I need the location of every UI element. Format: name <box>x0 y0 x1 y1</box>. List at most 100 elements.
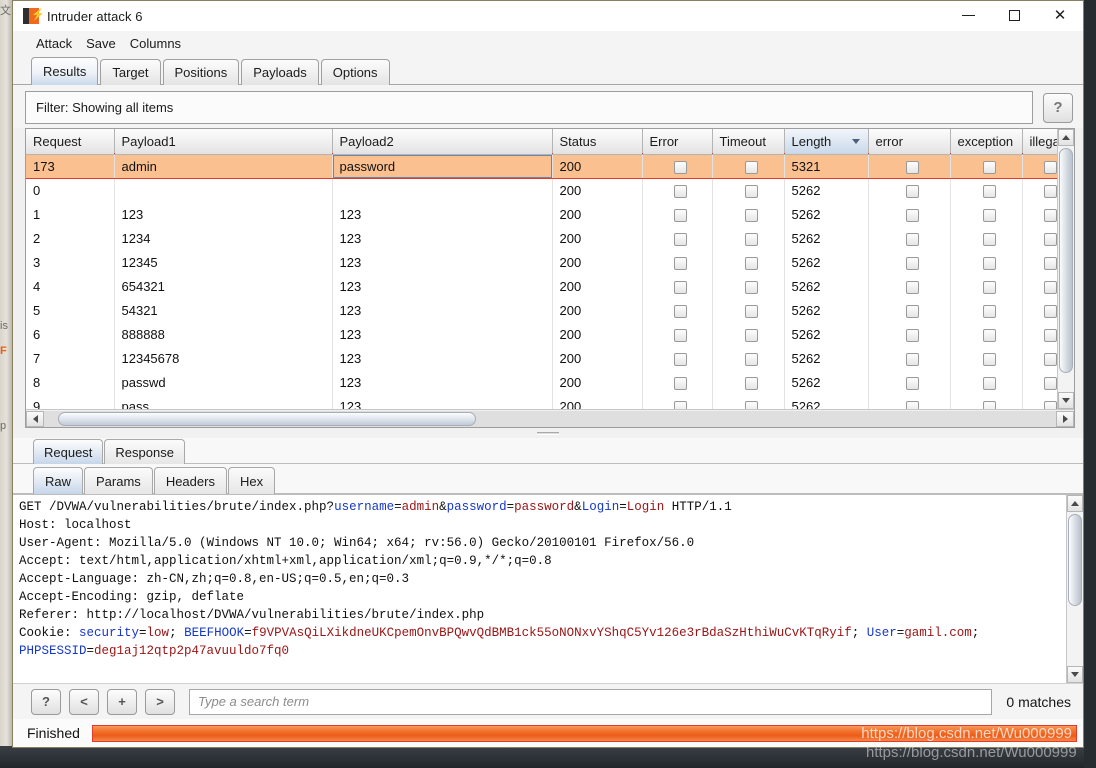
cell-length[interactable]: 5262 <box>784 250 869 274</box>
cell-payload1[interactable]: passwd <box>114 370 333 394</box>
table-row[interactable]: 173 admin password 200 5321 <box>26 153 1073 179</box>
results-horizontal-scrollbar[interactable] <box>26 409 1074 427</box>
checkbox-timeout[interactable] <box>745 304 758 318</box>
checkbox-err2[interactable] <box>906 160 919 174</box>
cell-exception[interactable] <box>950 154 1023 178</box>
checkbox-exception[interactable] <box>983 256 996 270</box>
cell-payload2[interactable]: 123 <box>332 370 553 394</box>
checkbox-exception[interactable] <box>983 376 996 390</box>
cell-timeout[interactable] <box>712 154 785 178</box>
cell-error[interactable] <box>642 298 713 322</box>
menu-item-columns[interactable]: Columns <box>123 34 188 53</box>
checkbox-err2[interactable] <box>906 280 919 294</box>
checkbox-error[interactable] <box>674 232 687 246</box>
checkbox-err2[interactable] <box>906 184 919 198</box>
cell-request[interactable]: 5 <box>26 298 115 322</box>
checkbox-timeout[interactable] <box>745 352 758 366</box>
table-row[interactable]: 6 888888 123 200 5262 <box>26 322 1073 346</box>
search-next-button[interactable]: > <box>145 688 175 715</box>
table-row[interactable]: 0 200 5262 <box>26 178 1073 202</box>
cell-payload1[interactable]: 654321 <box>114 274 333 298</box>
checkbox-err2[interactable] <box>906 352 919 366</box>
cell-length[interactable]: 5262 <box>784 370 869 394</box>
cell-exception[interactable] <box>950 370 1023 394</box>
tab-payloads[interactable]: Payloads <box>241 59 319 85</box>
horizontal-scroll-thumb[interactable] <box>58 411 476 426</box>
cell-payload1[interactable]: admin <box>114 154 333 178</box>
cell-request[interactable]: 4 <box>26 274 115 298</box>
checkbox-timeout[interactable] <box>745 208 758 222</box>
cell-error[interactable] <box>642 370 713 394</box>
column-header-exception[interactable]: exception <box>950 129 1023 155</box>
checkbox-illegal[interactable] <box>1044 184 1057 198</box>
checkbox-illegal[interactable] <box>1044 280 1057 294</box>
checkbox-exception[interactable] <box>983 160 996 174</box>
cell-request[interactable]: 173 <box>26 154 115 178</box>
cell-error[interactable] <box>642 274 713 298</box>
checkbox-error[interactable] <box>674 256 687 270</box>
tab-results[interactable]: Results <box>31 57 99 85</box>
table-row[interactable]: 7 12345678 123 200 5262 <box>26 346 1073 370</box>
cell-timeout[interactable] <box>712 274 785 298</box>
column-header-payload2[interactable]: Payload2 <box>332 129 553 155</box>
checkbox-illegal[interactable] <box>1044 304 1057 318</box>
cell-timeout[interactable] <box>712 178 785 202</box>
maximize-button[interactable] <box>991 1 1037 30</box>
cell-timeout[interactable] <box>712 250 785 274</box>
cell-timeout[interactable] <box>712 322 785 346</box>
cell-length[interactable]: 5262 <box>784 322 869 346</box>
table-row[interactable]: 8 passwd 123 200 5262 <box>26 370 1073 394</box>
cell-payload2[interactable]: 123 <box>332 202 553 226</box>
cell-status[interactable]: 200 <box>552 346 643 370</box>
checkbox-timeout[interactable] <box>745 160 758 174</box>
cell-err2[interactable] <box>868 322 951 346</box>
cell-error[interactable] <box>642 178 713 202</box>
checkbox-error[interactable] <box>674 304 687 318</box>
column-header-error[interactable]: Error <box>642 129 713 155</box>
checkbox-illegal[interactable] <box>1044 208 1057 222</box>
cell-status[interactable]: 200 <box>552 298 643 322</box>
cell-request[interactable]: 8 <box>26 370 115 394</box>
cell-exception[interactable] <box>950 226 1023 250</box>
search-add-button[interactable]: + <box>107 688 137 715</box>
cell-status[interactable]: 200 <box>552 178 643 202</box>
cell-payload1[interactable]: 123 <box>114 202 333 226</box>
cell-payload2[interactable] <box>332 178 553 202</box>
table-row[interactable]: 5 54321 123 200 5262 <box>26 298 1073 322</box>
tab-options[interactable]: Options <box>320 59 390 85</box>
minimize-button[interactable] <box>945 1 991 30</box>
scroll-up-arrow-icon[interactable] <box>1058 129 1074 146</box>
message-tab-request[interactable]: Request <box>33 439 104 464</box>
checkbox-error[interactable] <box>674 280 687 294</box>
checkbox-err2[interactable] <box>906 376 919 390</box>
cell-payload1[interactable]: 54321 <box>114 298 333 322</box>
checkbox-timeout[interactable] <box>745 280 758 294</box>
checkbox-exception[interactable] <box>983 184 996 198</box>
cell-payload1[interactable] <box>114 178 333 202</box>
checkbox-illegal[interactable] <box>1044 256 1057 270</box>
cell-length[interactable]: 5262 <box>784 178 869 202</box>
cell-error[interactable] <box>642 202 713 226</box>
vertical-scroll-thumb[interactable] <box>1059 148 1073 373</box>
checkbox-illegal[interactable] <box>1044 328 1057 342</box>
cell-err2[interactable] <box>868 178 951 202</box>
menu-item-attack[interactable]: Attack <box>29 34 79 53</box>
cell-length[interactable]: 5262 <box>784 298 869 322</box>
column-header-timeout[interactable]: Timeout <box>712 129 785 155</box>
sub-tab-params[interactable]: Params <box>84 467 153 494</box>
cell-payload2[interactable]: 123 <box>332 226 553 250</box>
cell-exception[interactable] <box>950 202 1023 226</box>
cell-error[interactable] <box>642 346 713 370</box>
close-button[interactable]: ✕ <box>1037 1 1083 30</box>
cell-err2[interactable] <box>868 226 951 250</box>
horizontal-scroll-track[interactable] <box>44 410 1056 427</box>
cell-err2[interactable] <box>868 250 951 274</box>
cell-exception[interactable] <box>950 178 1023 202</box>
table-row[interactable]: 1 123 123 200 5262 <box>26 202 1073 226</box>
checkbox-timeout[interactable] <box>745 184 758 198</box>
cell-err2[interactable] <box>868 346 951 370</box>
scroll-right-arrow-icon[interactable] <box>1056 410 1074 427</box>
search-prev-button[interactable]: < <box>69 688 99 715</box>
cell-payload2[interactable]: 123 <box>332 346 553 370</box>
cell-error[interactable] <box>642 226 713 250</box>
